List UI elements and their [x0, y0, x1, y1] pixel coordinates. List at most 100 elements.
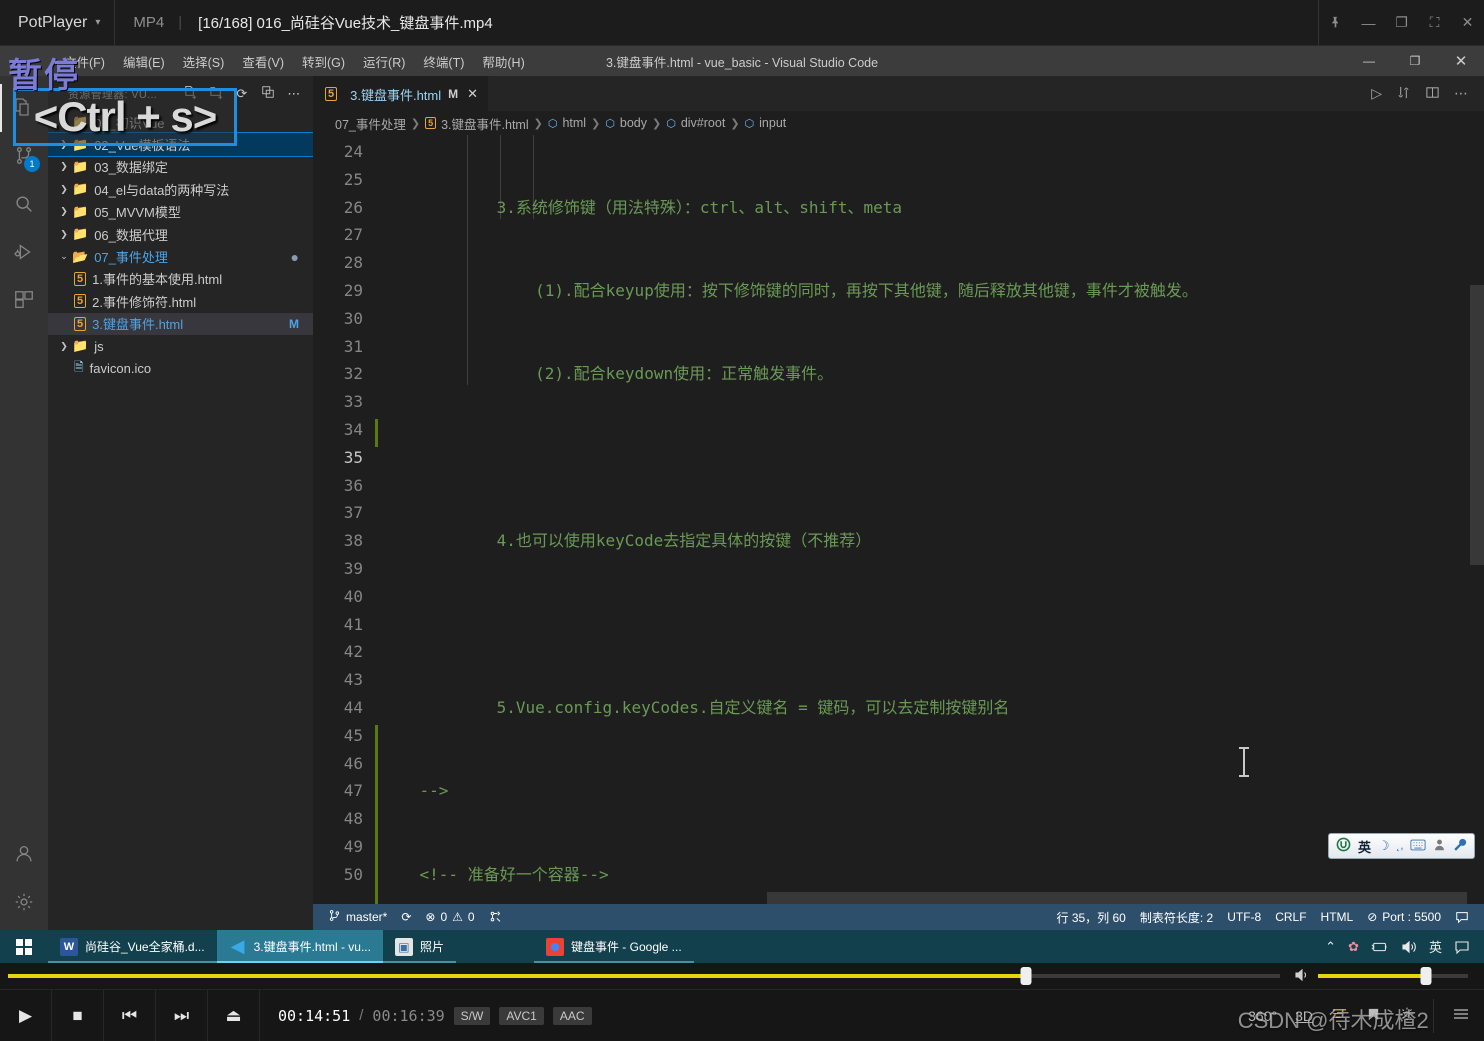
status-language-mode[interactable]: HTML: [1314, 910, 1361, 924]
tree-item-file-3[interactable]: 5 3.键盘事件.html M: [48, 312, 313, 335]
sogou-pinyin-icon[interactable]: ✿: [1348, 939, 1359, 955]
tree-item-file-1[interactable]: 5 1.事件的基本使用.html: [48, 268, 313, 290]
comma-icon[interactable]: ˛,: [1397, 840, 1404, 852]
taskbar-item-photos[interactable]: ▣ 照片: [383, 930, 456, 963]
menu-icon[interactable]: [1452, 1007, 1470, 1024]
potplayer-app-menu[interactable]: PotPlayer ▾: [0, 0, 116, 45]
activity-extensions-icon[interactable]: [0, 276, 48, 324]
user-icon[interactable]: [1433, 838, 1446, 854]
menu-run[interactable]: 运行(R): [355, 48, 413, 75]
tab-keyboard-event-html[interactable]: 5 3.键盘事件.html M ✕: [313, 76, 490, 111]
sogou-ime-toolbar[interactable]: 英 ☽ ˛,: [1328, 833, 1476, 859]
breadcrumb-div-root[interactable]: div#root: [681, 116, 725, 130]
chevron-right-icon[interactable]: ❯: [56, 341, 72, 352]
status-problems[interactable]: ⊗ 0 ⚠ 0: [418, 910, 481, 924]
play-button[interactable]: ▶: [0, 990, 52, 1041]
start-button[interactable]: [0, 938, 48, 955]
tree-item-04[interactable]: ❯ 📁 04_el与data的两种写法: [48, 178, 313, 200]
notifications-icon[interactable]: [1454, 940, 1470, 954]
status-sync-icon[interactable]: ⟳: [394, 910, 418, 924]
taskbar-item-word[interactable]: W 尚硅谷_Vue全家桶.d...: [48, 930, 217, 963]
breadcrumb-input[interactable]: input: [759, 116, 786, 130]
tree-item-07[interactable]: ⌄ 📂 07_事件处理 ●: [48, 245, 313, 267]
taskbar-item-vscode[interactable]: ◀ 3.键盘事件.html - vu...: [216, 930, 383, 963]
menu-terminal[interactable]: 终端(T): [415, 48, 472, 75]
activity-search-icon[interactable]: [0, 180, 48, 228]
status-live-server[interactable]: ⊘ Port : 5500: [1360, 910, 1448, 924]
previous-button[interactable]: ⏮: [104, 990, 156, 1041]
badge-audio-codec[interactable]: AAC: [552, 1006, 592, 1025]
taskbar-item-chrome[interactable]: 键盘事件 - Google ...: [534, 930, 694, 963]
ime-language-icon[interactable]: 英: [1429, 937, 1442, 956]
breadcrumb-folder[interactable]: 07_事件处理: [335, 114, 406, 133]
run-preview-icon[interactable]: ▷: [1371, 85, 1382, 102]
chevron-down-icon[interactable]: ⌄: [56, 251, 72, 262]
tree-item-file-2[interactable]: 5 2.事件修饰符.html: [48, 290, 313, 312]
status-cursor-position[interactable]: 行 35，列 60: [1049, 909, 1132, 926]
volume-handle[interactable]: [1420, 967, 1432, 985]
pin-icon[interactable]: [1319, 0, 1352, 46]
activity-run-debug-icon[interactable]: [0, 228, 48, 276]
editor-vertical-scrollbar[interactable]: [1470, 135, 1484, 904]
status-eol[interactable]: CRLF: [1268, 910, 1313, 924]
split-terminal-icon[interactable]: [1396, 85, 1411, 103]
maximize-icon[interactable]: ❐: [1385, 0, 1418, 46]
editor-horizontal-scrollbar[interactable]: [437, 892, 1484, 904]
volume-slider[interactable]: [1318, 967, 1468, 985]
wrench-icon[interactable]: [1453, 838, 1467, 855]
menu-go[interactable]: 转到(G): [294, 48, 353, 75]
menu-selection[interactable]: 选择(S): [175, 48, 233, 75]
collapse-all-icon[interactable]: [259, 85, 277, 102]
menu-view[interactable]: 查看(V): [234, 48, 292, 75]
ime-mode-label[interactable]: 英: [1358, 837, 1371, 856]
status-ports-icon[interactable]: [482, 910, 510, 924]
tree-item-favicon[interactable]: 🗎 favicon.ico: [48, 357, 313, 379]
chevron-right-icon[interactable]: ❯: [56, 206, 72, 217]
seek-handle[interactable]: [1020, 967, 1032, 985]
next-button[interactable]: ⏭: [156, 990, 208, 1041]
breadcrumb-file[interactable]: 3.键盘事件.html: [441, 114, 529, 133]
seek-slider[interactable]: [8, 967, 1280, 985]
vscode-maximize-icon[interactable]: ❐: [1392, 46, 1438, 76]
vscode-close-icon[interactable]: ✕: [1438, 46, 1484, 76]
menu-help[interactable]: 帮助(H): [474, 48, 532, 75]
status-tab-size[interactable]: 制表符长度: 2: [1133, 909, 1220, 926]
tree-item-06[interactable]: ❯ 📁 06_数据代理: [48, 223, 313, 245]
status-feedback-icon[interactable]: [1448, 910, 1476, 924]
badge-video-codec[interactable]: AVC1: [499, 1006, 544, 1025]
badge-sw[interactable]: S/W: [453, 1006, 491, 1025]
code-editor[interactable]: 24 25 26 27 28 29 30 31 32 33 34 35 36 3…: [313, 135, 1484, 904]
fullscreen-icon[interactable]: ⛶: [1418, 0, 1451, 46]
menu-edit[interactable]: 编辑(E): [115, 48, 173, 75]
breadcrumb-html[interactable]: html: [562, 116, 586, 130]
status-branch[interactable]: master*: [321, 909, 394, 925]
eject-button[interactable]: ⏏: [208, 990, 260, 1041]
tree-item-05[interactable]: ❯ 📁 05_MVVM模型: [48, 201, 313, 223]
keyboard-icon[interactable]: [1410, 839, 1426, 854]
tree-item-js[interactable]: ❯ 📁 js: [48, 335, 313, 357]
chevron-right-icon[interactable]: ❯: [56, 184, 72, 195]
chevron-right-icon[interactable]: ❯: [56, 229, 72, 240]
minimize-icon[interactable]: —: [1352, 0, 1385, 46]
volume-icon[interactable]: [1294, 968, 1310, 985]
code-surface[interactable]: 3.系统修饰键（用法特殊）：ctrl、alt、shift、meta (1).配合…: [375, 135, 1484, 904]
tree-item-03[interactable]: ❯ 📁 03_数据绑定: [48, 156, 313, 178]
sogou-logo-icon[interactable]: [1336, 837, 1351, 855]
more-actions-icon[interactable]: ⋯: [285, 86, 303, 102]
status-encoding[interactable]: UTF-8: [1220, 910, 1268, 924]
activity-accounts-icon[interactable]: [0, 830, 48, 878]
activity-settings-gear-icon[interactable]: [0, 878, 48, 926]
moon-icon[interactable]: ☽: [1378, 838, 1390, 854]
code-content[interactable]: 3.系统修饰键（用法特殊）：ctrl、alt、shift、meta (1).配合…: [375, 135, 1484, 904]
tab-close-icon[interactable]: ✕: [467, 86, 478, 102]
battery-icon[interactable]: [1371, 940, 1389, 954]
close-icon[interactable]: ✕: [1451, 0, 1484, 46]
chevron-down-icon[interactable]: ▾: [95, 17, 100, 28]
vscode-minimize-icon[interactable]: —: [1346, 46, 1392, 76]
stop-button[interactable]: ■: [52, 990, 104, 1041]
split-editor-icon[interactable]: [1425, 85, 1440, 103]
more-actions-icon[interactable]: ⋯: [1454, 85, 1468, 102]
breadcrumb-body[interactable]: body: [620, 116, 647, 130]
show-hidden-icons-icon[interactable]: ⌃: [1325, 939, 1336, 955]
volume-icon[interactable]: [1401, 940, 1417, 954]
